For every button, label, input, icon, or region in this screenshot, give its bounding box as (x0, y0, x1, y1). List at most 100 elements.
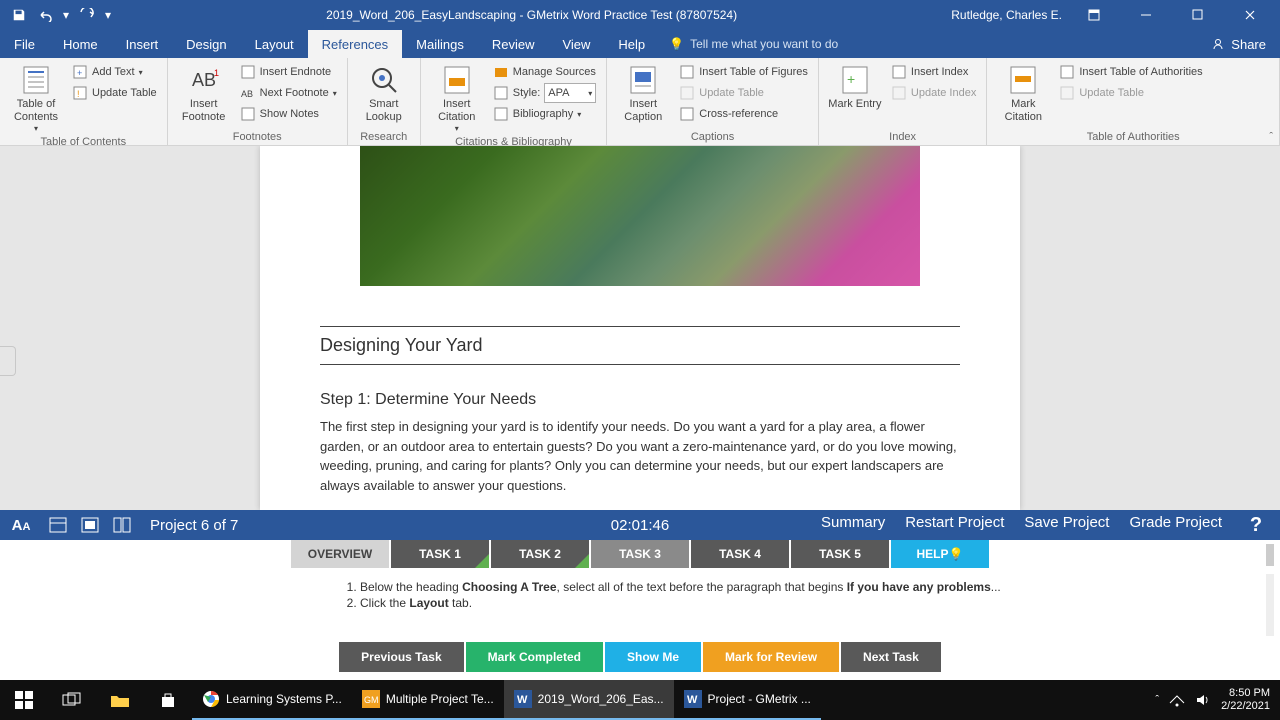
tab-task-1[interactable]: TASK 1 (391, 540, 489, 568)
mark-citation-icon (1007, 64, 1039, 96)
tab-task-3[interactable]: TASK 3 (591, 540, 689, 568)
tab-task-2[interactable]: TASK 2 (491, 540, 589, 568)
save-project-link[interactable]: Save Project (1024, 514, 1109, 537)
close-icon[interactable] (1230, 0, 1270, 30)
toc-label: Table of Contents (8, 98, 64, 124)
update-table-button[interactable]: !Update Table (70, 83, 159, 103)
insert-caption-button[interactable]: Insert Caption (615, 62, 671, 124)
landscaping-image[interactable] (360, 146, 920, 286)
svg-text:+: + (847, 71, 855, 87)
group-label-toa: Table of Authorities (995, 129, 1271, 143)
taskbar-app-gmetrix[interactable]: GMMultiple Project Te... (352, 680, 504, 720)
qat-dropdown-icon[interactable]: ▾ (62, 6, 70, 24)
svg-text:W: W (687, 694, 698, 706)
app-name: GMetrix Word Practice Test (87807524) (527, 8, 737, 22)
insert-citation-button[interactable]: Insert Citation▾ (429, 62, 485, 134)
time: 8:50 PM (1221, 687, 1270, 700)
bibliography-button[interactable]: Bibliography▾ (491, 104, 599, 124)
navigation-pane-tab[interactable] (0, 346, 16, 376)
tab-design[interactable]: Design (172, 30, 240, 58)
citation-icon (441, 64, 473, 96)
show-me-button[interactable]: Show Me (605, 642, 701, 672)
table-of-contents-button[interactable]: Table of Contents▾ (8, 62, 64, 134)
tab-mailings[interactable]: Mailings (402, 30, 478, 58)
tab-overview[interactable]: OVERVIEW (291, 540, 389, 568)
maximize-icon[interactable] (1178, 0, 1218, 30)
body-paragraph[interactable]: The first step in designing your yard is… (320, 417, 960, 495)
tab-help[interactable]: HELP 💡 (891, 540, 989, 568)
mark-entry-button[interactable]: + Mark Entry (827, 62, 883, 111)
store-button[interactable] (144, 680, 192, 720)
mark-citation-button[interactable]: Mark Citation (995, 62, 1051, 124)
add-text-icon: + (72, 64, 88, 80)
next-footnote-button[interactable]: ABNext Footnote▾ (238, 83, 339, 103)
cross-reference-button[interactable]: Cross-reference (677, 104, 810, 124)
insert-table-figures-button[interactable]: Insert Table of Figures (677, 62, 810, 82)
share-icon (1211, 37, 1225, 51)
next-task-button[interactable]: Next Task (841, 642, 941, 672)
tray-chevron-icon[interactable]: ˆ (1155, 694, 1159, 706)
network-icon[interactable] (1169, 693, 1185, 707)
ribbon-display-icon[interactable] (1074, 0, 1114, 30)
style-dropdown[interactable]: APA▾ (544, 83, 596, 103)
taskbar-app-word-doc[interactable]: W2019_Word_206_Eas... (504, 680, 674, 720)
style-icon (493, 85, 509, 101)
tab-help[interactable]: Help (604, 30, 659, 58)
insert-endnote-button[interactable]: Insert Endnote (238, 62, 339, 82)
show-notes-button[interactable]: Show Notes (238, 104, 339, 124)
document-area[interactable]: Designing Your Yard Step 1: Determine Yo… (0, 146, 1280, 510)
tab-task-4[interactable]: TASK 4 (691, 540, 789, 568)
grade-project-link[interactable]: Grade Project (1129, 514, 1222, 537)
tab-file[interactable]: File (0, 30, 49, 58)
start-button[interactable] (0, 680, 48, 720)
tab-layout[interactable]: Layout (241, 30, 308, 58)
collapse-ribbon-icon[interactable]: ˆ (1269, 131, 1273, 143)
qat-customize-icon[interactable]: ▾ (104, 6, 112, 24)
redo-icon[interactable] (78, 6, 96, 24)
ribbon: Table of Contents▾ +Add Text▾ !Update Ta… (0, 58, 1280, 146)
insert-footnote-button[interactable]: AB1 Insert Footnote (176, 62, 232, 124)
tab-view[interactable]: View (548, 30, 604, 58)
task-view-button[interactable] (48, 680, 96, 720)
insert-index-button[interactable]: Insert Index (889, 62, 978, 82)
user-name[interactable]: Rutledge, Charles E. (951, 8, 1062, 22)
volume-icon[interactable] (1195, 693, 1211, 707)
clock[interactable]: 8:50 PM 2/22/2021 (1221, 687, 1270, 713)
style-selector[interactable]: Style: APA▾ (491, 83, 599, 103)
share-button[interactable]: Share (1197, 30, 1280, 58)
chrome-icon (202, 690, 220, 708)
add-text-button[interactable]: +Add Text▾ (70, 62, 159, 82)
summary-link[interactable]: Summary (821, 514, 885, 537)
previous-task-button[interactable]: Previous Task (339, 642, 463, 672)
timer: 02:01:46 (611, 517, 669, 534)
section-heading[interactable]: Designing Your Yard (320, 326, 960, 365)
gmetrix-icon: GM (362, 690, 380, 708)
mark-for-review-button[interactable]: Mark for Review (703, 642, 839, 672)
taskbar-app-word-project[interactable]: WProject - GMetrix ... (674, 680, 821, 720)
insert-toa-button[interactable]: Insert Table of Authorities (1057, 62, 1204, 82)
help-icon[interactable]: ? (1242, 514, 1270, 537)
undo-icon[interactable] (36, 6, 54, 24)
instruction-step-2: Click the Layout tab. (360, 596, 1230, 610)
save-icon[interactable] (10, 6, 28, 24)
restart-project-link[interactable]: Restart Project (905, 514, 1004, 537)
lightbulb-icon: 💡 (669, 37, 684, 51)
title-bar: ▾ ▾ 2019_Word_206_EasyLandscaping - GMet… (0, 0, 1280, 30)
file-explorer-button[interactable] (96, 680, 144, 720)
font-size-button[interactable]: AA (0, 517, 42, 534)
view-mode-1-icon[interactable] (42, 510, 74, 540)
tell-me-search[interactable]: 💡 Tell me what you want to do (659, 30, 838, 58)
smart-lookup-button[interactable]: Smart Lookup (356, 62, 412, 124)
minimize-icon[interactable] (1126, 0, 1166, 30)
tab-review[interactable]: Review (478, 30, 549, 58)
tab-home[interactable]: Home (49, 30, 112, 58)
tab-insert[interactable]: Insert (112, 30, 173, 58)
view-mode-2-icon[interactable] (74, 510, 106, 540)
step-heading[interactable]: Step 1: Determine Your Needs (320, 391, 960, 409)
mark-completed-button[interactable]: Mark Completed (466, 642, 603, 672)
tab-references[interactable]: References (308, 30, 402, 58)
manage-sources-button[interactable]: Manage Sources (491, 62, 599, 82)
taskbar-app-chrome[interactable]: Learning Systems P... (192, 680, 352, 720)
tab-task-5[interactable]: TASK 5 (791, 540, 889, 568)
view-mode-3-icon[interactable] (106, 510, 138, 540)
